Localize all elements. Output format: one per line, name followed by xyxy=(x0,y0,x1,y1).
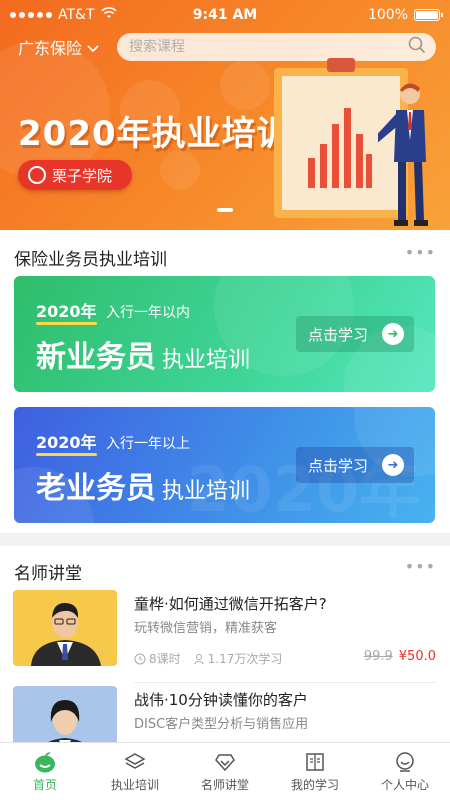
lessons-count: 8课时 xyxy=(134,650,181,667)
battery-icon xyxy=(414,9,443,21)
section-title: 保险业务员执业培训 xyxy=(14,250,167,270)
arrow-right-icon: ➜ xyxy=(382,454,404,476)
divider xyxy=(134,682,436,683)
banner-title: 2020年执业培训 xyxy=(18,114,292,154)
tab-training[interactable]: 执业培训 xyxy=(90,743,180,800)
course-description: DISC客户类型分析与销售应用 xyxy=(134,717,309,732)
lectures-section: 名师讲堂 ••• 童桦·如何通过微信开拓客户? 玩转微信营销，精准获客 8课时 xyxy=(0,546,450,762)
views-count: 1.17万次学习 xyxy=(193,650,283,667)
tab-label: 我的学习 xyxy=(290,777,339,792)
tab-label: 执业培训 xyxy=(110,777,159,792)
section-title: 名师讲堂 xyxy=(14,564,82,584)
lessons-text: 8课时 xyxy=(149,652,181,666)
region-label: 广东保险 xyxy=(18,39,83,58)
card-heading: 老业务员 执业培训 xyxy=(36,463,250,507)
carousel-indicator xyxy=(0,208,450,212)
board-clip xyxy=(327,58,355,72)
card-heading-suffix: 执业培训 xyxy=(162,479,251,504)
region-selector[interactable]: 广东保险 xyxy=(18,35,99,59)
arrow-right-icon: ➜ xyxy=(382,323,404,345)
brand-badge: 栗子学院 xyxy=(18,160,132,190)
wifi-icon xyxy=(100,7,117,23)
card-heading-main: 新业务员 xyxy=(36,340,156,375)
tab-lectures[interactable]: 名师讲堂 xyxy=(180,743,270,800)
new-agent-card[interactable]: 2020年 入行一年以内 新业务员 执业培训 点击学习 ➜ xyxy=(14,276,435,392)
battery-percent: 100% xyxy=(367,7,408,23)
original-price: 99.9 xyxy=(363,649,393,664)
search-bar[interactable] xyxy=(117,33,436,61)
carrier-label: AT&T xyxy=(58,7,95,23)
course-title: 童桦·如何通过微信开拓客户? xyxy=(134,595,327,613)
year-label: 2020年 xyxy=(36,298,97,325)
course-thumbnail xyxy=(13,590,117,666)
decor-circle xyxy=(160,150,200,190)
year-label: 2020年 xyxy=(36,429,97,456)
more-icon[interactable]: ••• xyxy=(405,557,436,576)
tab-label: 名师讲堂 xyxy=(200,777,249,792)
layers-icon xyxy=(124,752,146,769)
card-heading: 新业务员 执业培训 xyxy=(36,332,250,376)
search-input[interactable] xyxy=(129,39,408,55)
chevron-down-icon xyxy=(87,38,99,57)
brand-name: 栗子学院 xyxy=(52,166,113,185)
clock-icon xyxy=(134,653,146,664)
start-learning-button[interactable]: 点击学习 ➜ xyxy=(296,447,414,483)
home-icon xyxy=(35,751,55,772)
tab-profile[interactable]: 个人中心 xyxy=(360,743,450,800)
card-subtitle: 入行一年以内 xyxy=(106,305,190,321)
bottom-tab-bar: 首页 执业培训 名师讲堂 我的学习 个人中心 xyxy=(0,742,450,800)
battery-fill xyxy=(416,11,438,19)
more-icon[interactable]: ••• xyxy=(405,243,436,262)
bar-chart-illustration xyxy=(308,108,372,188)
tab-label: 个人中心 xyxy=(380,777,429,792)
senior-agent-card[interactable]: 2020年 2020年 入行一年以上 老业务员 执业培训 点击学习 ➜ xyxy=(14,407,435,523)
signal-icon xyxy=(10,12,52,18)
card-heading-suffix: 执业培训 xyxy=(162,348,251,373)
sale-price: ¥50.0 xyxy=(398,649,436,664)
diamond-icon xyxy=(215,753,235,771)
tab-home[interactable]: 首页 xyxy=(0,743,90,800)
book-icon xyxy=(306,752,324,771)
search-icon[interactable] xyxy=(408,36,426,58)
button-label: 点击学习 xyxy=(308,456,369,475)
tab-my-learning[interactable]: 我的学习 xyxy=(270,743,360,800)
hero-banner[interactable]: AT&T 9:41 AM 100% 广东保险 2020年执业培训 栗子学院 xyxy=(0,0,450,230)
status-bar: AT&T 9:41 AM 100% xyxy=(0,0,450,30)
user-icon xyxy=(193,653,204,664)
smile-icon xyxy=(396,751,414,772)
card-heading-main: 老业务员 xyxy=(36,471,156,506)
tab-label: 首页 xyxy=(32,777,57,792)
start-learning-button[interactable]: 点击学习 ➜ xyxy=(296,316,414,352)
button-label: 点击学习 xyxy=(308,325,369,344)
course-title: 战伟·10分钟读懂你的客户 xyxy=(134,691,308,709)
course-item[interactable]: 童桦·如何通过微信开拓客户? 玩转微信营销，精准获客 8课时 1.17万次学习 … xyxy=(0,590,450,684)
views-text: 1.17万次学习 xyxy=(207,652,283,666)
card-subtitle: 入行一年以上 xyxy=(106,436,190,452)
course-description: 玩转微信营销，精准获客 xyxy=(134,621,278,636)
decor-circle xyxy=(220,60,270,110)
brand-logo-icon xyxy=(28,166,46,184)
